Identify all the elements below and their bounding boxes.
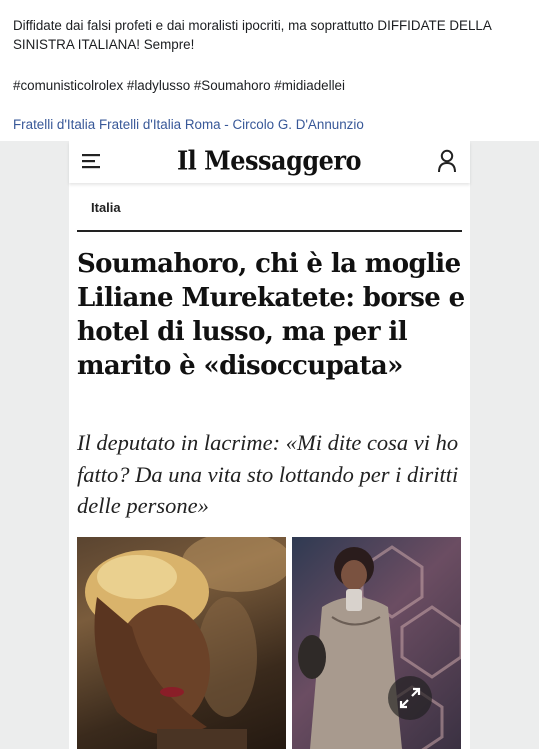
article-subtitle: Il deputato in lacrime: «Mi dite cosa vi… — [77, 430, 459, 518]
expand-button[interactable] — [388, 676, 432, 720]
hamburger-menu-icon[interactable] — [81, 151, 101, 171]
tagged-pages: Fratelli d'Italia Fratelli d'Italia Roma… — [13, 117, 364, 132]
user-icon[interactable] — [436, 148, 458, 174]
tagged-page-link[interactable]: Fratelli d'Italia Roma - Circolo G. D'An… — [99, 117, 364, 132]
post-text: Diffidate dai falsi profeti e dai morali… — [13, 18, 492, 52]
section-divider — [77, 230, 462, 232]
site-header: Il Messaggero — [69, 141, 470, 183]
post-hashtags[interactable]: #comunisticolrolex #ladylusso #Soumahoro… — [13, 78, 345, 93]
tagged-page-link[interactable]: Fratelli d'Italia — [13, 117, 95, 132]
article-screen: Il Messaggero Italia Soumahoro, chi è la… — [69, 141, 470, 749]
article-headline: Soumahoro, chi è la moglie Liliane Murek… — [77, 249, 465, 381]
shared-screenshot[interactable]: Il Messaggero Italia Soumahoro, chi è la… — [0, 141, 539, 749]
section-label[interactable]: Italia — [91, 200, 121, 215]
expand-icon — [399, 687, 421, 709]
post-message: Diffidate dai falsi profeti e dai morali… — [13, 16, 528, 54]
article-photo-mirror-selfie — [292, 537, 461, 749]
site-logo[interactable]: Il Messaggero — [169, 145, 369, 176]
article-photo-portrait — [77, 537, 286, 749]
